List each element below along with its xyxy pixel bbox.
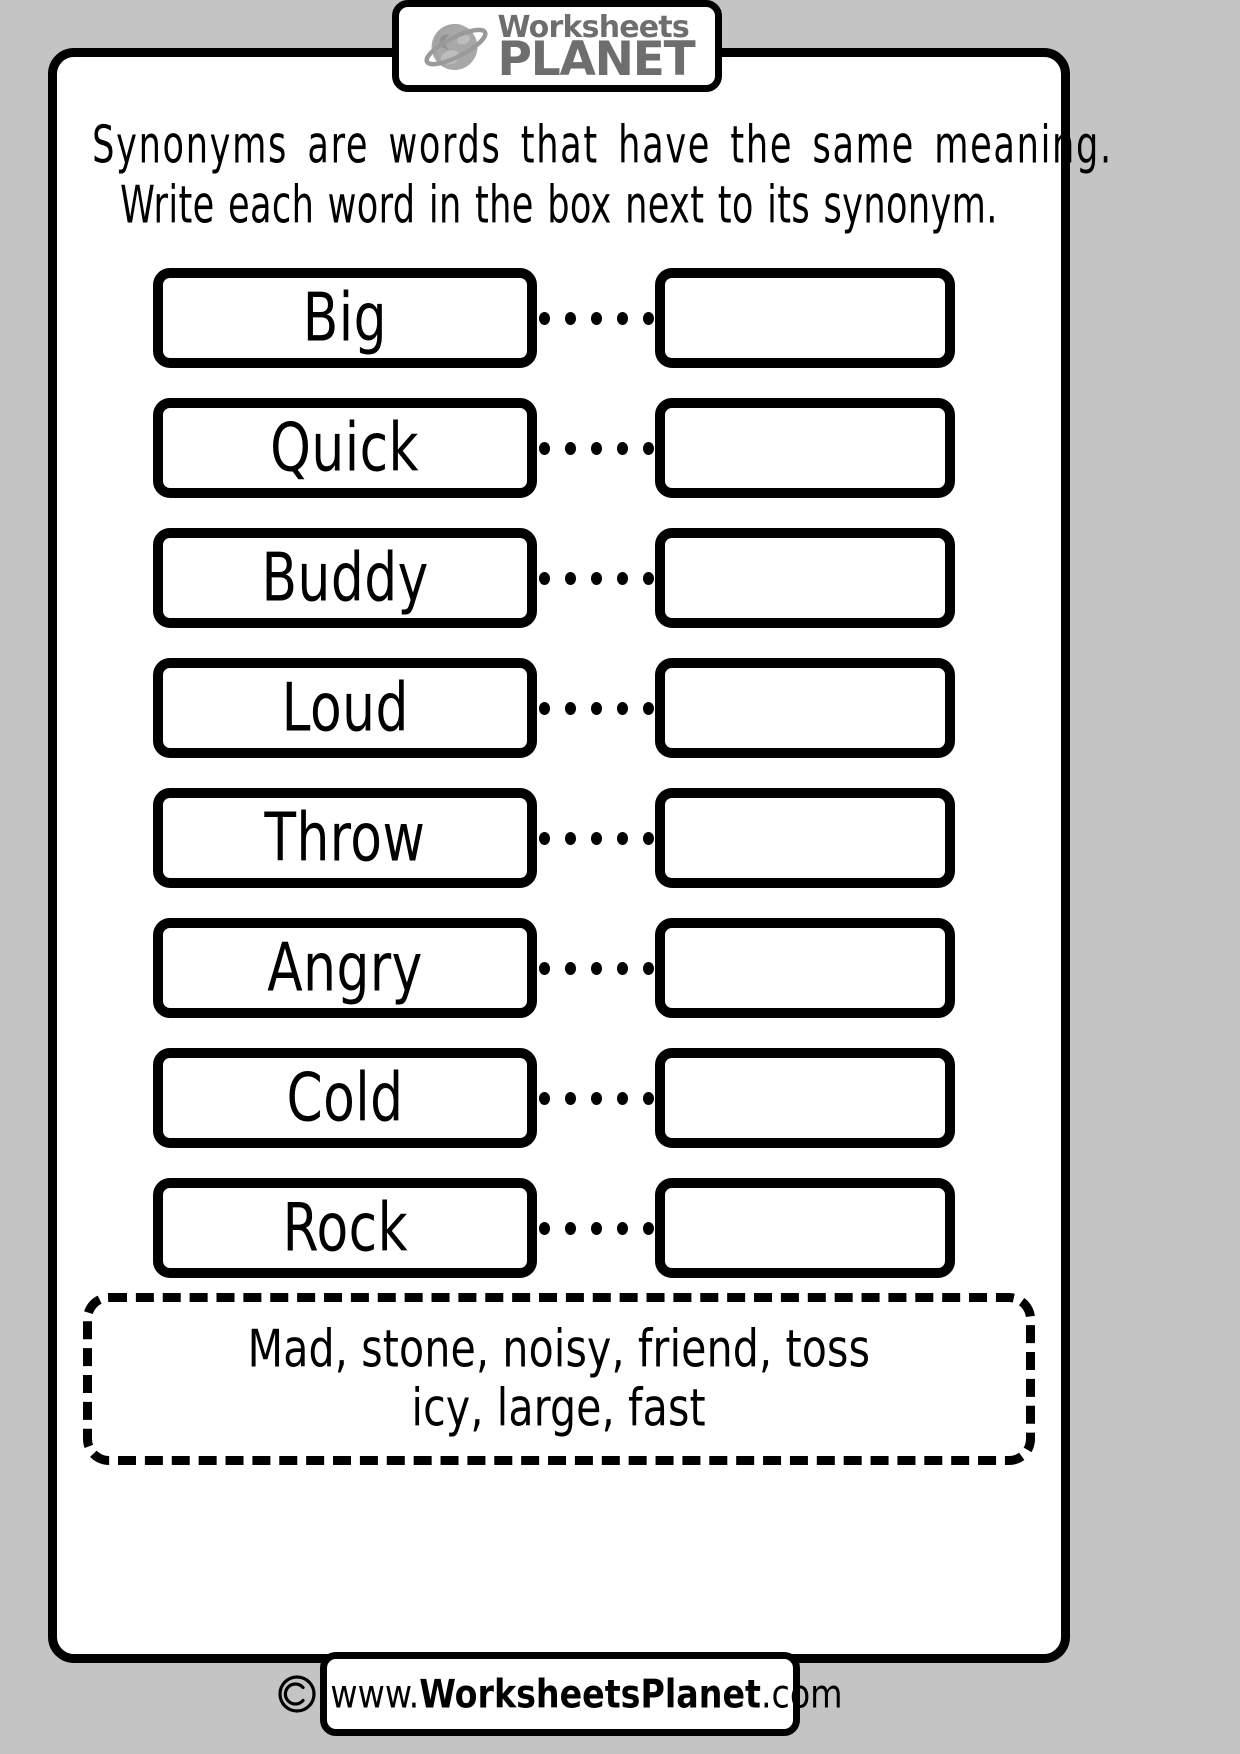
- word-box-rock: Rock: [153, 1178, 537, 1278]
- dot-icon: [538, 961, 550, 975]
- dot-icon: [564, 1091, 576, 1105]
- dot-icon: [590, 961, 602, 975]
- answer-box-big[interactable]: [655, 268, 955, 368]
- dot-icon: [616, 701, 628, 715]
- word-label: Quick: [270, 408, 420, 488]
- answer-box-quick[interactable]: [655, 398, 955, 498]
- dot-icon: [590, 701, 602, 715]
- dot-icon: [642, 571, 654, 585]
- dot-icon: [564, 961, 576, 975]
- dot-icon: [564, 701, 576, 715]
- table-row: Big: [57, 253, 1061, 383]
- dot-icon: [590, 831, 602, 845]
- dot-icon: [642, 1221, 654, 1235]
- dots-connector: [537, 311, 655, 325]
- dots-connector: [537, 831, 655, 845]
- word-box-buddy: Buddy: [153, 528, 537, 628]
- dot-icon: [564, 1221, 576, 1235]
- dot-icon: [642, 961, 654, 975]
- dot-icon: [538, 701, 550, 715]
- dot-icon: [616, 1221, 628, 1235]
- dot-icon: [564, 441, 576, 455]
- word-box-loud: Loud: [153, 658, 537, 758]
- table-row: Quick: [57, 383, 1061, 513]
- planet-icon: [419, 10, 493, 84]
- dot-icon: [538, 1091, 550, 1105]
- answer-box-loud[interactable]: [655, 658, 955, 758]
- answer-box-rock[interactable]: [655, 1178, 955, 1278]
- word-label: Cold: [286, 1058, 404, 1138]
- word-bank-line-1: Mad, stone, noisy, friend, toss: [247, 1318, 871, 1380]
- footer-url-brand: WorksheetsPlanet: [419, 1671, 761, 1717]
- dot-icon: [590, 441, 602, 455]
- table-row: Rock: [57, 1163, 1061, 1293]
- word-label: Big: [302, 278, 388, 358]
- dot-icon: [616, 961, 628, 975]
- dot-icon: [590, 311, 602, 325]
- word-box-angry: Angry: [153, 918, 537, 1018]
- footer-url-suffix: .com: [760, 1671, 843, 1717]
- word-box-cold: Cold: [153, 1048, 537, 1148]
- dots-connector: [537, 1091, 655, 1105]
- dot-icon: [590, 1091, 602, 1105]
- word-bank: Mad, stone, noisy, friend, toss icy, lar…: [83, 1293, 1035, 1465]
- instruction-line-2: Write each word in the box next to its s…: [120, 174, 998, 235]
- dot-icon: [616, 311, 628, 325]
- table-row: Cold: [57, 1033, 1061, 1163]
- word-bank-line-2: icy, large, fast: [411, 1378, 707, 1439]
- brand-logo: Worksheets PLANET: [419, 10, 696, 87]
- brand-logo-text: Worksheets PLANET: [497, 12, 695, 87]
- dots-connector: [537, 701, 655, 715]
- dot-icon: [538, 311, 550, 325]
- dots-connector: [537, 961, 655, 975]
- answer-box-cold[interactable]: [655, 1048, 955, 1148]
- copyright-icon: [277, 1674, 317, 1714]
- word-box-big: Big: [153, 268, 537, 368]
- table-row: Angry: [57, 903, 1061, 1033]
- brand-word-planet: PLANET: [497, 31, 695, 87]
- matching-rows: Big Quick Buddy Loud Throw Angry Cold Ro…: [57, 253, 1061, 1293]
- table-row: Loud: [57, 643, 1061, 773]
- answer-box-throw[interactable]: [655, 788, 955, 888]
- word-box-throw: Throw: [153, 788, 537, 888]
- dot-icon: [616, 1091, 628, 1105]
- footer-url-prefix: www.: [330, 1671, 420, 1717]
- dot-icon: [564, 571, 576, 585]
- word-label: Angry: [267, 928, 423, 1008]
- dot-icon: [642, 311, 654, 325]
- dots-connector: [537, 1221, 655, 1235]
- dot-icon: [538, 571, 550, 585]
- word-label: Throw: [264, 798, 426, 878]
- dot-icon: [642, 441, 654, 455]
- table-row: Throw: [57, 773, 1061, 903]
- word-box-quick: Quick: [153, 398, 537, 498]
- dot-icon: [564, 831, 576, 845]
- answer-box-angry[interactable]: [655, 918, 955, 1018]
- word-label: Buddy: [261, 538, 429, 618]
- footer-url[interactable]: www.WorksheetsPlanet.com: [330, 1671, 842, 1716]
- dot-icon: [642, 701, 654, 715]
- dot-icon: [616, 831, 628, 845]
- page-sheet: Synonyms are words that have the same me…: [48, 48, 1111, 1663]
- word-label: Rock: [282, 1188, 408, 1268]
- dot-icon: [616, 441, 628, 455]
- dot-icon: [590, 1221, 602, 1235]
- dot-icon: [564, 311, 576, 325]
- table-row: Buddy: [57, 513, 1061, 643]
- dot-icon: [538, 831, 550, 845]
- dot-icon: [538, 441, 550, 455]
- dot-icon: [538, 1221, 550, 1235]
- dot-icon: [590, 571, 602, 585]
- brand-logo-tab: Worksheets PLANET: [392, 0, 722, 92]
- dots-connector: [537, 441, 655, 455]
- dots-connector: [537, 571, 655, 585]
- dot-icon: [642, 831, 654, 845]
- footer-url-tab: www.WorksheetsPlanet.com: [278, 1652, 843, 1736]
- word-label: Loud: [281, 668, 409, 748]
- instructions-block: Synonyms are words that have the same me…: [57, 109, 1111, 234]
- dot-icon: [642, 1091, 654, 1105]
- answer-box-buddy[interactable]: [655, 528, 955, 628]
- dot-icon: [616, 571, 628, 585]
- worksheet-page: Synonyms are words that have the same me…: [0, 0, 1240, 1754]
